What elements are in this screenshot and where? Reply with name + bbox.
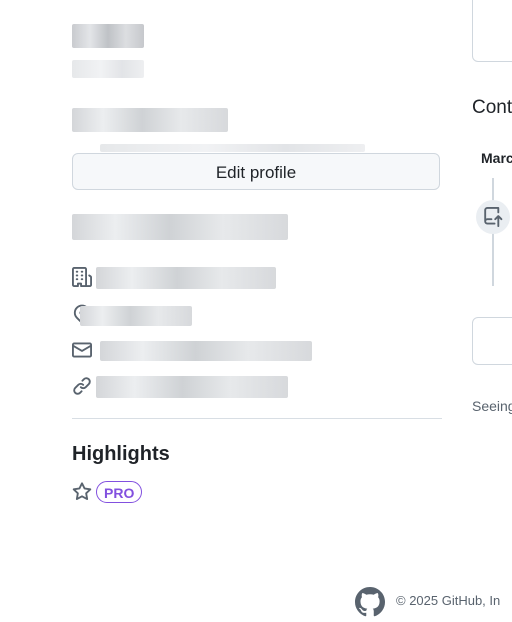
edit-profile-button[interactable]: Edit profile — [72, 153, 440, 190]
profile-name-redacted — [72, 24, 144, 48]
organization-icon — [72, 267, 92, 287]
followers-redacted[interactable] — [72, 214, 288, 240]
repo-push-icon — [476, 200, 510, 234]
location-redacted — [80, 306, 192, 326]
github-mark-icon[interactable] — [355, 587, 385, 617]
pro-badge: PRO — [96, 481, 143, 503]
contributions-title: Cont — [472, 97, 512, 118]
mail-icon — [72, 340, 92, 360]
profile-bio-redacted — [72, 108, 228, 132]
section-divider — [72, 418, 442, 419]
profile-username-redacted — [72, 60, 144, 78]
star-icon — [72, 482, 92, 502]
readme-box — [472, 0, 512, 62]
show-more-activity-button[interactable] — [472, 317, 512, 365]
email-redacted[interactable] — [100, 341, 312, 361]
seeing-something-text: Seeing — [472, 398, 512, 414]
website-link-redacted[interactable] — [96, 376, 288, 398]
link-icon — [72, 376, 92, 396]
organization-redacted — [96, 267, 276, 289]
activity-month-label: Marc — [481, 150, 512, 166]
highlights-title: Highlights — [72, 443, 170, 465]
profile-bio-line-redacted — [100, 144, 365, 152]
